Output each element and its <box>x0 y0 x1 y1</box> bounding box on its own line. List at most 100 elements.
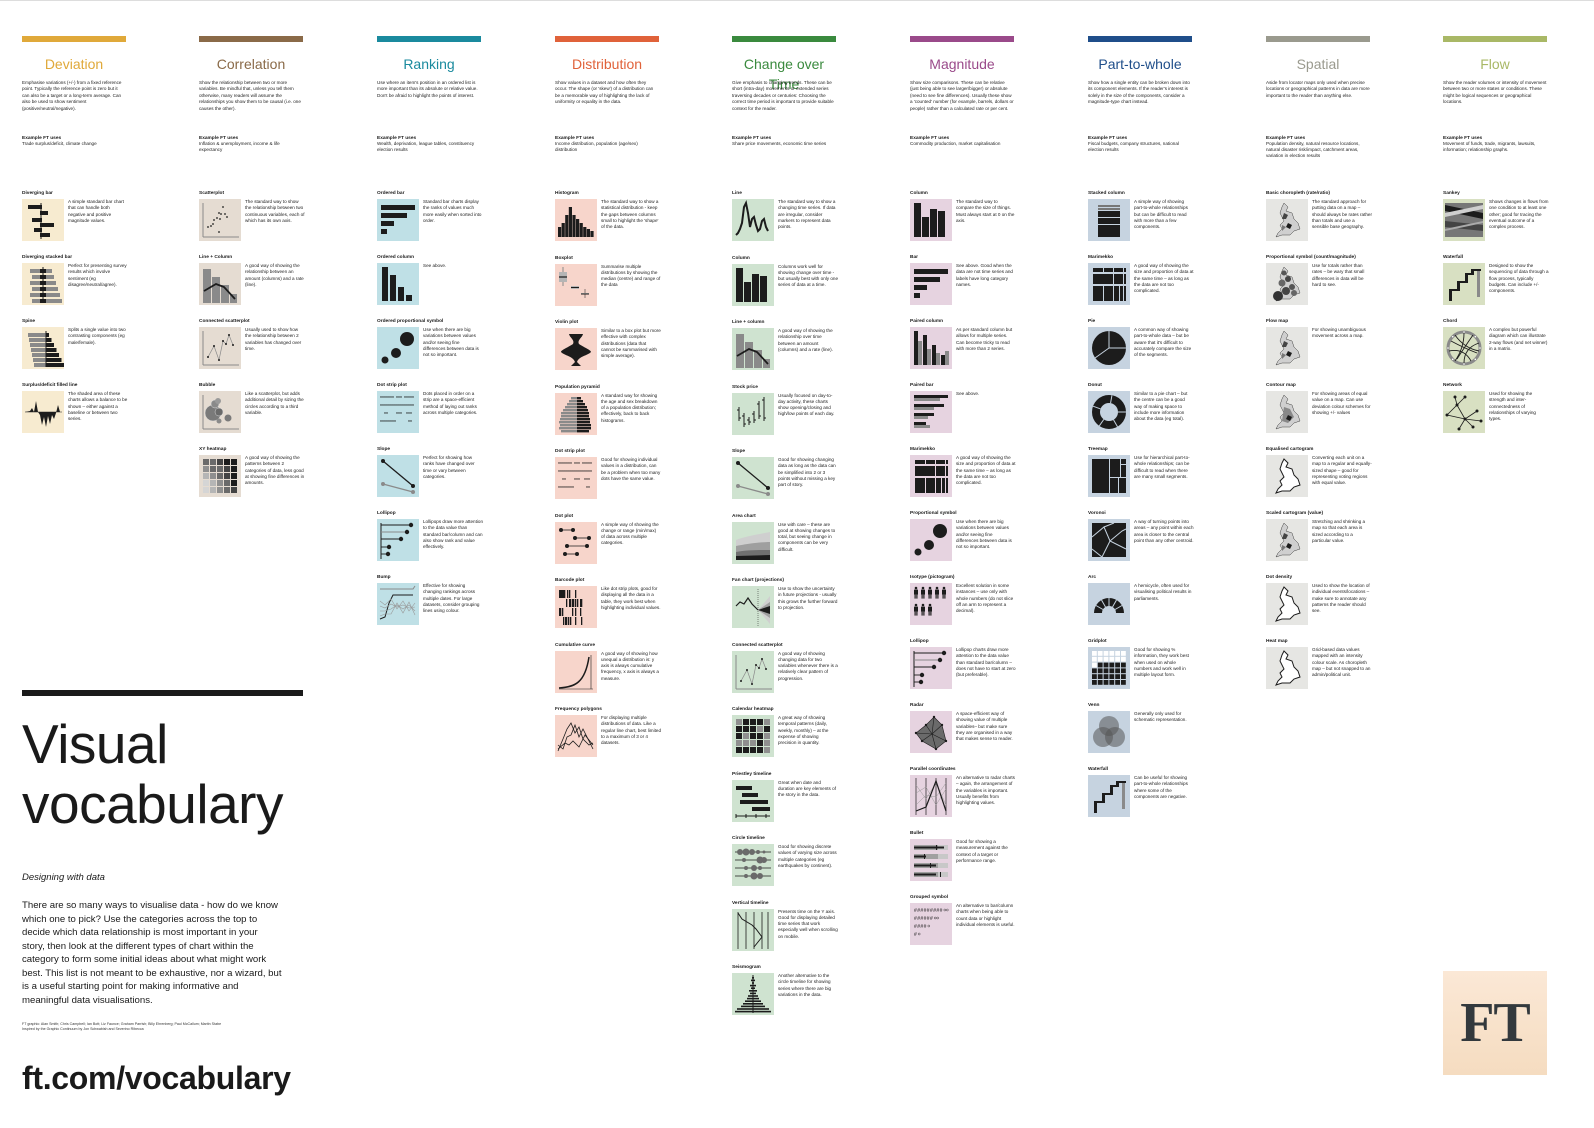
dot-strip-icon <box>377 391 419 433</box>
chart-type-item: Stock price Usually focused on day-to-da… <box>732 384 872 449</box>
chart-type-name: Dot density <box>1266 575 1293 580</box>
chart-type-item: Arc A hemicycle, often used for visualis… <box>1088 574 1228 638</box>
chart-type-item: Surplus/deficit filled line The shaded a… <box>22 382 162 446</box>
prop-symbol-icon <box>377 327 419 369</box>
ft-logo-text: FT <box>1460 992 1531 1054</box>
paired-bar-icon <box>910 391 952 433</box>
chart-type-item: Slope Good for showing changing data as … <box>732 448 872 513</box>
category-description: Use where an item's position in an order… <box>377 80 478 98</box>
chart-type-description: A good way of showing the relationship b… <box>245 263 304 287</box>
paired-column-icon <box>910 327 952 369</box>
chart-type-description: Lollipops draw more attention to the dat… <box>423 519 484 550</box>
chart-type-description: Good for showing a measurement against t… <box>956 839 1008 863</box>
map-icon <box>1266 327 1308 369</box>
category-distribution: Distribution Show values in a dataset an… <box>555 36 661 153</box>
chart-type-name: Paired column <box>910 319 944 324</box>
chart-type-item: Marimekko A good way of showing the size… <box>910 446 1050 510</box>
credit-line-2: Inspired by the Graphic Continuum by Jon… <box>22 1027 144 1031</box>
chart-type-item: Calendar heatmap A great way of showing … <box>732 706 872 771</box>
chart-type-item: Proportional symbol Use when there are b… <box>910 510 1050 574</box>
donut-icon <box>1088 391 1130 433</box>
chart-type-item: Stacked column A simple way of showing p… <box>1088 190 1228 254</box>
chart-type-name: Area chart <box>732 513 756 519</box>
chart-type-name: Proportional symbol (count/magnitude) <box>1266 255 1356 260</box>
connected-scatter-icon <box>732 650 774 693</box>
chart-type-description: Generally only used for schematic repres… <box>1134 711 1187 723</box>
chart-type-item: Connected scatterplot A good way of show… <box>732 642 872 707</box>
diverging-stacked-bar-icon <box>22 263 64 305</box>
chart-type-name: Barcode plot <box>555 578 585 583</box>
poster-url-link[interactable]: ft.com/vocabulary <box>22 1060 304 1097</box>
connected-scatter-icon <box>199 327 241 369</box>
circle-timeline-icon <box>732 844 774 886</box>
map-symbols-icon <box>1266 263 1308 305</box>
chart-type-name: XY heatmap <box>199 447 227 452</box>
chart-type-description: Use for hierarchical part-to-whole relat… <box>1134 455 1190 479</box>
chart-type-description: Use for totals rather than rates – be wa… <box>1312 263 1365 287</box>
chart-type-name: Bullet <box>910 831 924 836</box>
chart-list: Scatterplot The standard way to show the… <box>199 190 339 510</box>
chart-type-description: Standard bar charts display the ranks of… <box>423 199 482 223</box>
chart-type-name: Flow map <box>1266 319 1289 324</box>
category-color-bar <box>1443 36 1547 42</box>
arc-icon <box>1088 583 1130 625</box>
freq-poly-icon <box>555 715 597 757</box>
chart-type-name: Paired bar <box>910 383 934 388</box>
category-color-bar <box>22 36 126 42</box>
category-correlation: Correlation Show the relationship betwee… <box>199 36 305 153</box>
chart-type-item: Frequency polygons For displaying multip… <box>555 706 695 771</box>
category-title: Spatial <box>1296 56 1340 72</box>
chart-type-name: Frequency polygons <box>555 707 602 712</box>
chart-type-item: Donut Similar to a pie chart – but the c… <box>1088 382 1228 446</box>
chart-type-item: Marimekko A good way of showing the size… <box>1088 254 1228 318</box>
chart-type-name: Ordered column <box>377 255 415 260</box>
category-title: Magnitude <box>929 56 995 72</box>
chart-type-name: Network <box>1443 383 1462 388</box>
isotype-icon <box>910 583 952 625</box>
chart-type-item: Proportional symbol (count/magnitude) Us… <box>1266 254 1406 318</box>
chart-type-name: Arc <box>1088 575 1096 580</box>
chart-type-name: Calendar heatmap <box>732 707 774 712</box>
marimekko-icon <box>1088 263 1130 305</box>
chart-type-description: Like a scatterplot, but adds additional … <box>245 391 304 415</box>
waterfall-icon <box>1443 263 1485 305</box>
chart-type-description: Columns work well for showing change ove… <box>778 263 839 288</box>
chart-type-description: See above. <box>956 391 980 396</box>
chart-list: Ordered bar Standard bar charts display … <box>377 190 517 638</box>
vertical-timeline-icon <box>732 908 774 951</box>
chart-type-description: Can be useful for showing part-to-whole … <box>1134 775 1188 799</box>
chart-type-description: Effective for showing changing rankings … <box>423 583 480 614</box>
chart-type-name: Fan chart (projections) <box>732 578 784 583</box>
example-uses-text: Commodity production, market capitalisat… <box>910 141 1001 146</box>
chart-type-name: Connected scatterplot <box>732 642 783 648</box>
chart-type-description: Good for showing discrete values of vary… <box>778 844 837 868</box>
chart-type-name: Connected scatterplot <box>199 319 250 324</box>
chord-icon <box>1443 327 1485 369</box>
chart-type-description: Usually focused on day-to-day activity, … <box>778 392 835 417</box>
chart-type-description: A good way of showing how unequal a dist… <box>601 650 659 681</box>
chart-type-description: Good for showing changing data as long a… <box>778 457 836 488</box>
chart-type-description: Good for showing individual values in a … <box>601 457 661 481</box>
chart-type-name: Diverging stacked bar <box>22 255 73 260</box>
chart-type-name: Line <box>732 191 742 196</box>
category-deviation: Deviation Emphasise variations (+/-) fro… <box>22 36 128 147</box>
chart-type-description: The standard way to show a changing time… <box>778 199 836 230</box>
chart-type-name: Line + Column <box>199 255 233 260</box>
seismogram-icon <box>732 973 774 1015</box>
chart-type-name: Basic choropleth (rate/ratio) <box>1266 191 1330 196</box>
chart-type-description: Use with care – these are good at showin… <box>778 521 836 552</box>
chart-type-item: Radar A space-efficient way of showing v… <box>910 702 1050 766</box>
category-title: Deviation <box>44 56 104 72</box>
histogram-icon <box>555 199 597 241</box>
chart-type-item: Dot strip plot Good for showing individu… <box>555 448 695 513</box>
example-uses-text: Income distribution, population (age/sex… <box>555 141 638 153</box>
category-color-bar <box>199 36 303 42</box>
ordered-column-icon <box>377 263 419 305</box>
category-title: Part-to-whole <box>1098 56 1182 72</box>
map-icon <box>1266 199 1308 241</box>
chart-list: Column The standard way to compare the s… <box>910 190 1050 958</box>
category-title: Correlation <box>216 56 286 72</box>
chart-type-item: Line The standard way to show a changing… <box>732 190 872 255</box>
fan-icon <box>732 586 774 628</box>
lollipop-icon <box>910 647 952 689</box>
